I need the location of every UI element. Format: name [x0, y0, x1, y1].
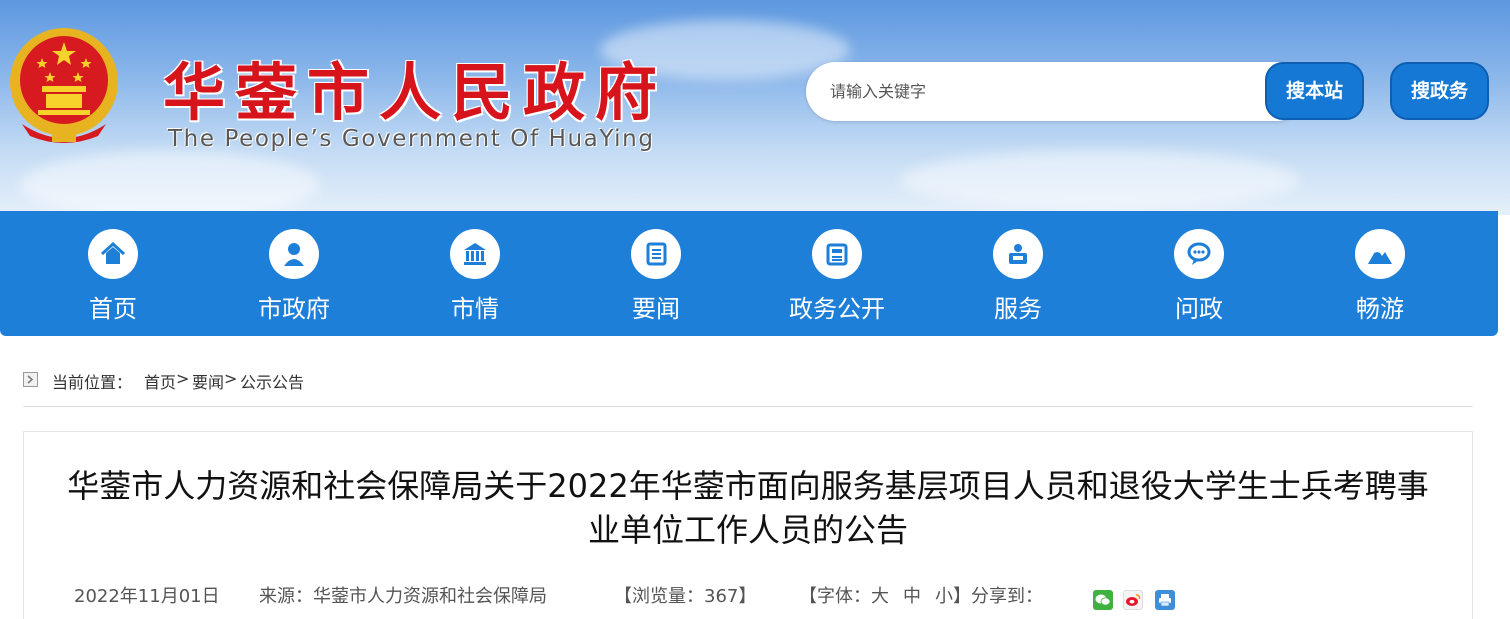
main-nav: 首页 市政府 市情 要闻 政务公开 服务 问政 畅游 [0, 211, 1498, 336]
breadcrumb-separator: > [176, 369, 190, 388]
font-large-button[interactable]: 大 [871, 586, 889, 607]
news-icon [631, 229, 681, 279]
source-value: 华蓥市人力资源和社会保障局 [313, 586, 547, 607]
nav-label: 要闻 [632, 295, 680, 323]
font-medium-button[interactable]: 中 [903, 586, 921, 607]
search-input[interactable] [830, 62, 1250, 121]
breadcrumb-label: 当前位置： [52, 373, 133, 392]
article-views: 【浏览量：367】 [614, 582, 756, 608]
nav-label: 市情 [451, 295, 499, 323]
nav-item-city-info[interactable]: 市情 [395, 211, 555, 336]
search-box [806, 62, 1306, 121]
site-header: 华蓥市人民政府 The People’s Government Of HuaYi… [0, 0, 1510, 215]
breadcrumb-separator: > [224, 369, 238, 388]
font-small-button[interactable]: 小 [935, 586, 953, 607]
wechat-share-icon[interactable] [1093, 590, 1113, 610]
nav-item-city-government[interactable]: 市政府 [214, 211, 374, 336]
views-prefix: 【浏览量： [614, 586, 704, 607]
font-label: 【字体： [799, 586, 871, 607]
nav-item-services[interactable]: 服务 [938, 211, 1098, 336]
views-count: 367 [704, 586, 739, 607]
search-site-button[interactable]: 搜本站 [1265, 62, 1364, 120]
nav-label: 问政 [1175, 295, 1223, 323]
nav-label: 服务 [994, 295, 1042, 323]
breadcrumb-news-link[interactable]: 要闻 [192, 369, 224, 393]
site-title: 华蓥市人民政府 [163, 56, 668, 129]
article-panel: 华蓥市人力资源和社会保障局关于2022年华蓥市面向服务基层项目人员和退役大学生士… [23, 431, 1473, 619]
weibo-share-icon[interactable] [1123, 590, 1143, 610]
site-subtitle: The People’s Government Of HuaYing [168, 126, 655, 152]
nav-item-news[interactable]: 要闻 [576, 211, 736, 336]
chat-icon [1174, 229, 1224, 279]
nav-item-government-affairs[interactable]: 政务公开 [757, 211, 917, 336]
nav-label: 首页 [89, 295, 137, 323]
article-date: 2022年11月01日 [74, 586, 220, 607]
nav-item-tourism[interactable]: 畅游 [1300, 211, 1460, 336]
nav-item-inquiry[interactable]: 问政 [1119, 211, 1279, 336]
national-emblem-icon [8, 24, 120, 146]
nav-label: 市政府 [258, 295, 330, 323]
article-source: 来源：华蓥市人力资源和社会保障局 [259, 582, 547, 608]
nav-label: 畅游 [1356, 295, 1404, 323]
building-icon [450, 229, 500, 279]
source-label: 来源： [259, 586, 313, 607]
font-size-controls: 【字体：大中小】分享到： [799, 582, 1043, 608]
chevron-right-icon [23, 372, 38, 387]
font-suffix: 】 [953, 586, 971, 607]
print-icon[interactable] [1155, 590, 1175, 610]
home-icon [88, 229, 138, 279]
mountain-icon [1355, 229, 1405, 279]
person-icon [269, 229, 319, 279]
article-title: 华蓥市人力资源和社会保障局关于2022年华蓥市面向服务基层项目人员和退役大学生士… [67, 467, 1429, 549]
service-icon [993, 229, 1043, 279]
nav-label: 政务公开 [789, 295, 885, 323]
views-suffix: 】 [738, 586, 757, 607]
search-gov-button[interactable]: 搜政务 [1390, 62, 1489, 120]
breadcrumb: 当前位置： 首页 > 要闻 > 公示公告 [23, 365, 1473, 407]
cloud-decoration [900, 150, 1300, 210]
breadcrumb-home-link[interactable]: 首页 [144, 369, 176, 393]
cloud-decoration [20, 150, 320, 215]
share-label: 分享到： [971, 586, 1043, 607]
nav-item-home[interactable]: 首页 [33, 211, 193, 336]
breadcrumb-announcement-link[interactable]: 公示公告 [240, 369, 304, 393]
document-icon [812, 229, 862, 279]
